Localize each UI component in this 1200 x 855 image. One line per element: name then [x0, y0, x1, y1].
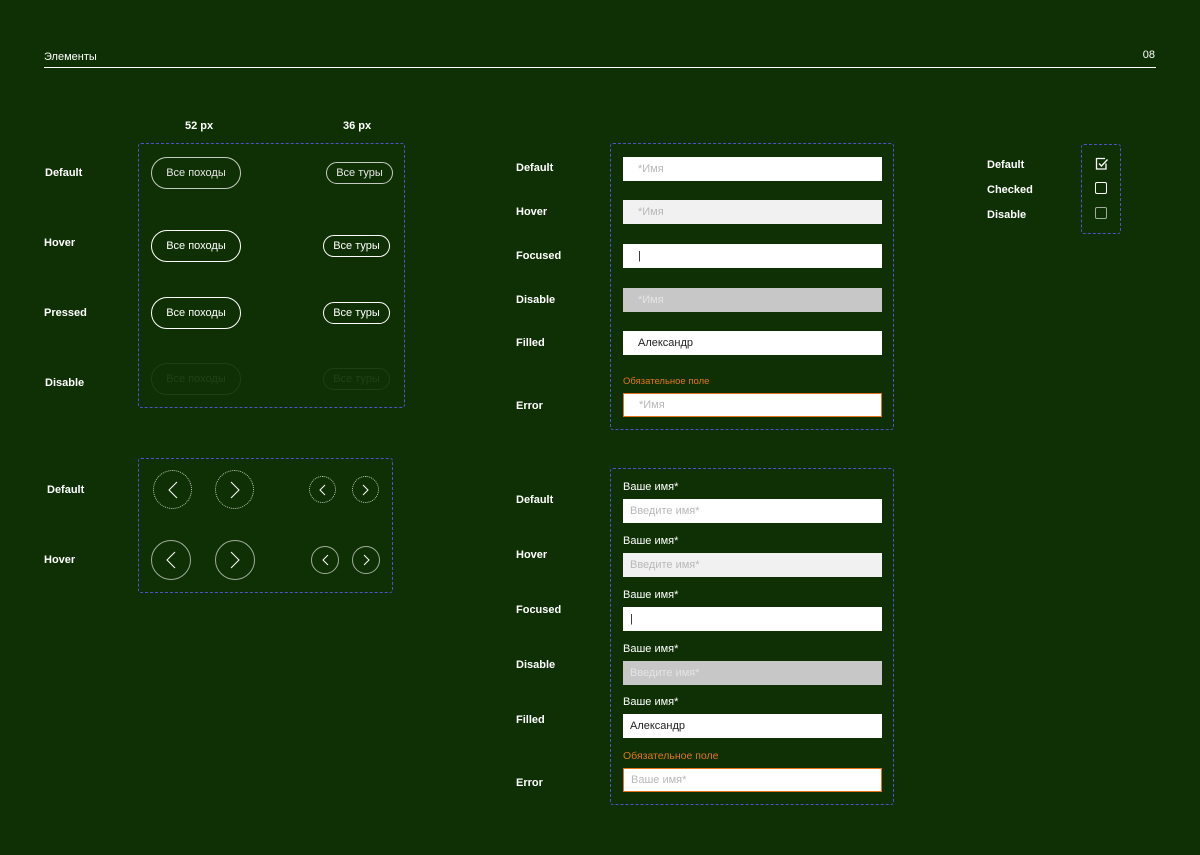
arrow-prev-button-large-hover[interactable] [151, 540, 191, 580]
chevron-left-icon [166, 551, 176, 569]
chevron-left-icon [319, 484, 326, 495]
input-state-disable-label: Disable [516, 294, 556, 306]
all-hikes-button-hover[interactable]: Все походы [151, 230, 241, 262]
your-name-input-filled[interactable]: Александр [623, 714, 882, 738]
chevron-left-icon [167, 481, 177, 498]
size-label-small: 36 px [343, 120, 372, 132]
your-name-input-focused[interactable]: | [623, 607, 882, 631]
page-title: Элементы [44, 51, 97, 63]
input-state-focused-label: Focused [516, 250, 562, 262]
name-input-disabled: *Имя [623, 288, 882, 312]
arrow-next-button-small-default[interactable] [352, 476, 379, 503]
input-state-error-label: Error [516, 400, 543, 412]
button-state-disable-label: Disable [45, 377, 85, 389]
input-state-default-label: Default [516, 162, 554, 174]
labeled-input-state-hover-label: Hover [516, 549, 548, 561]
checkbox-state-default-label: Default [987, 159, 1025, 171]
chevron-left-icon [321, 554, 328, 566]
arrow-prev-button-small-hover[interactable] [311, 546, 339, 574]
your-name-input-hover[interactable]: Введите имя* [623, 553, 882, 577]
your-name-label-focused: Ваше имя* [623, 589, 679, 601]
your-name-label-hover: Ваше имя* [623, 535, 679, 547]
arrow-next-button-large-hover[interactable] [215, 540, 255, 580]
your-name-input-disabled: Введите имя* [623, 661, 882, 685]
button-state-pressed-label: Pressed [44, 307, 87, 319]
name-input-default[interactable]: *Имя [623, 157, 882, 181]
name-input-error[interactable]: *Имя [623, 393, 882, 417]
arrow-prev-button-large-default[interactable] [153, 470, 192, 509]
labeled-input-state-filled-label: Filled [516, 714, 545, 726]
checkbox-state-disable-label: Disable [987, 209, 1027, 221]
your-name-error-text: Обязательное поле [623, 750, 719, 762]
arrow-prev-button-small-default[interactable] [309, 476, 336, 503]
name-input-error-text: Обязательное поле [623, 376, 710, 387]
all-tours-button-pressed[interactable]: Все туры [323, 302, 390, 324]
labeled-input-state-error-label: Error [516, 777, 543, 789]
name-input-focused[interactable]: | [623, 244, 882, 268]
your-name-label-disabled: Ваше имя* [623, 643, 679, 655]
all-tours-button-disabled: Все туры [323, 368, 390, 390]
your-name-input-error[interactable]: Ваше имя* [623, 768, 882, 792]
name-input-hover[interactable]: *Имя [623, 200, 882, 224]
checkbox-disabled-icon [1095, 207, 1107, 219]
chevron-right-icon [363, 554, 370, 566]
your-name-input-default[interactable]: Введите имя* [623, 499, 882, 523]
all-tours-button-default[interactable]: Все туры [326, 162, 393, 184]
labeled-input-state-disable-label: Disable [516, 659, 556, 671]
labeled-input-state-focused-label: Focused [516, 604, 562, 616]
checkbox-state-checked-label: Checked [987, 184, 1033, 196]
button-state-hover-label: Hover [44, 237, 76, 249]
all-hikes-button-pressed[interactable]: Все походы [151, 297, 241, 329]
arrow-state-hover-label: Hover [44, 554, 76, 566]
checkbox-checked-icon[interactable] [1095, 157, 1109, 171]
size-label-large: 52 px [185, 120, 214, 132]
arrow-next-button-small-hover[interactable] [352, 546, 380, 574]
your-name-label-default: Ваше имя* [623, 481, 679, 493]
page-number: 08 [1142, 49, 1155, 61]
labeled-input-state-default-label: Default [516, 494, 554, 506]
chevron-right-icon [230, 481, 240, 498]
name-input-filled[interactable]: Александр [623, 331, 882, 355]
input-state-hover-label: Hover [516, 206, 548, 218]
input-state-filled-label: Filled [516, 337, 545, 349]
your-name-label-filled: Ваше имя* [623, 696, 679, 708]
all-hikes-button-disabled: Все походы [151, 363, 241, 395]
chevron-right-icon [362, 484, 369, 495]
all-hikes-button-default[interactable]: Все походы [151, 157, 241, 189]
arrow-state-default-label: Default [47, 484, 85, 496]
chevron-right-icon [230, 551, 240, 569]
all-tours-button-hover[interactable]: Все туры [323, 235, 390, 257]
header-divider [44, 67, 1156, 68]
checkbox-empty-icon[interactable] [1095, 182, 1107, 194]
button-state-default-label: Default [45, 167, 83, 179]
arrow-next-button-large-default[interactable] [215, 470, 254, 509]
